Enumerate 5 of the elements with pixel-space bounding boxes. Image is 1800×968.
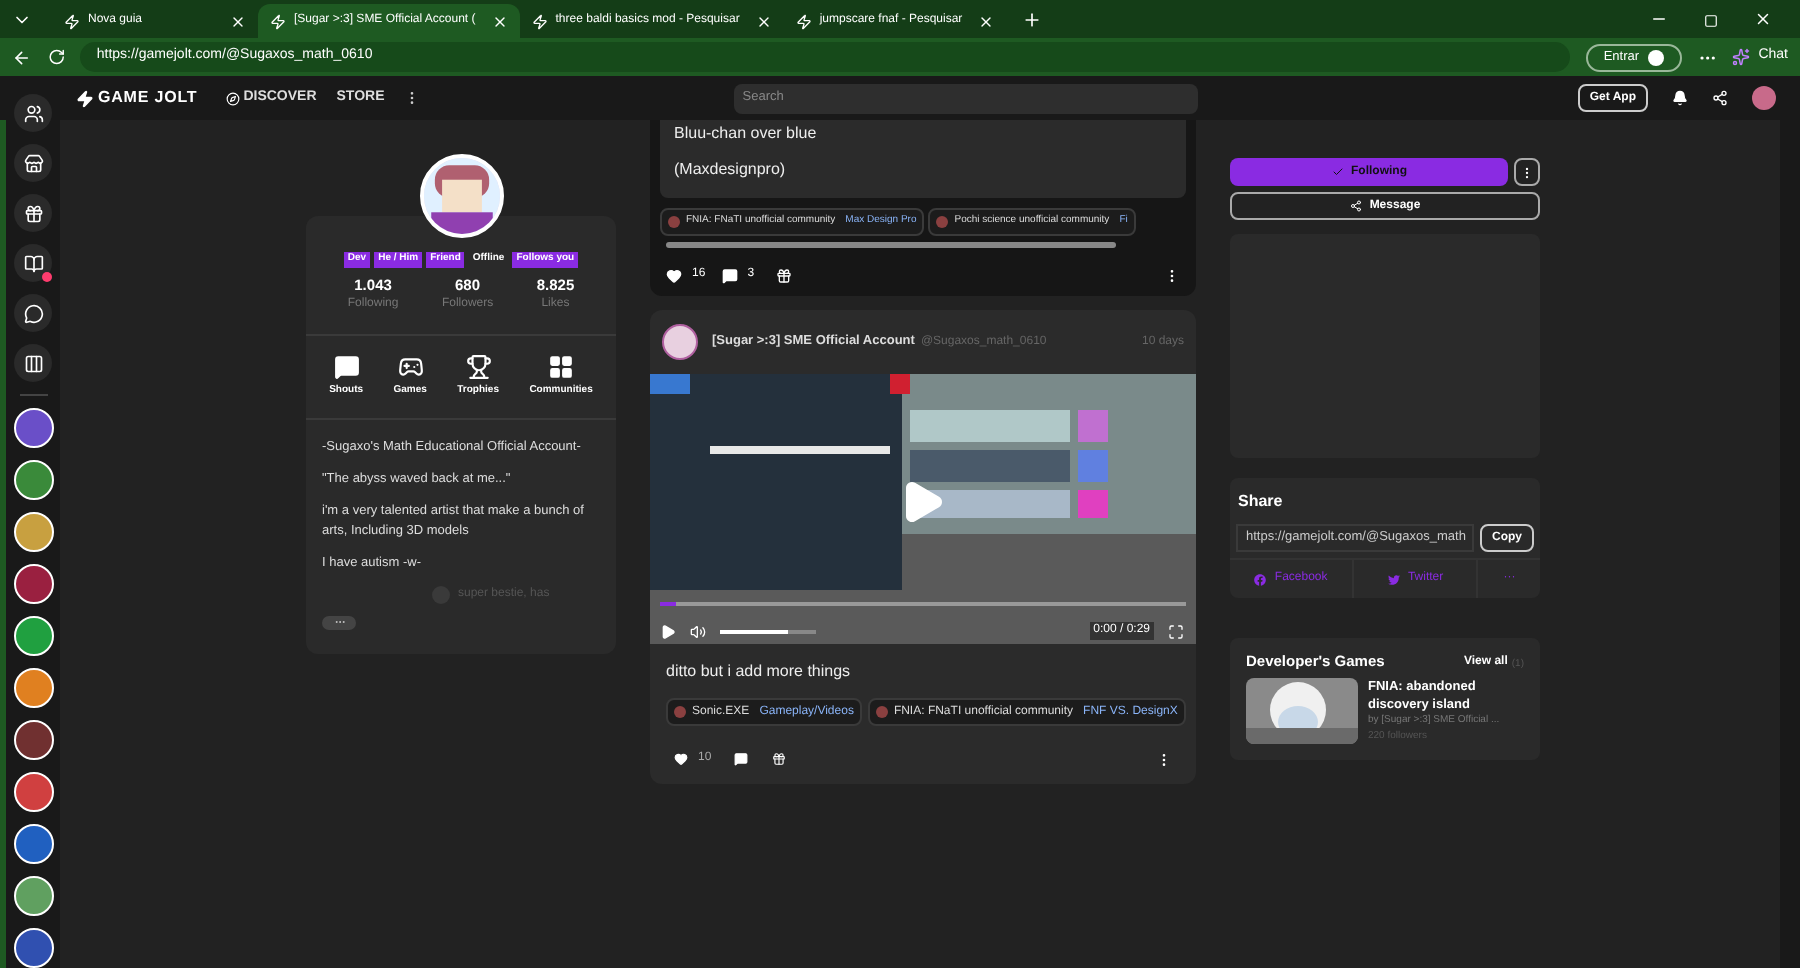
post-text: ditto but i add more things [664,660,853,684]
post-text: Bluu-chan over blue [674,122,819,146]
logo[interactable]: GAME JOLT [98,86,198,110]
post-text: (Maxdesignpro) [674,158,788,182]
share-title: Share [1236,490,1285,514]
